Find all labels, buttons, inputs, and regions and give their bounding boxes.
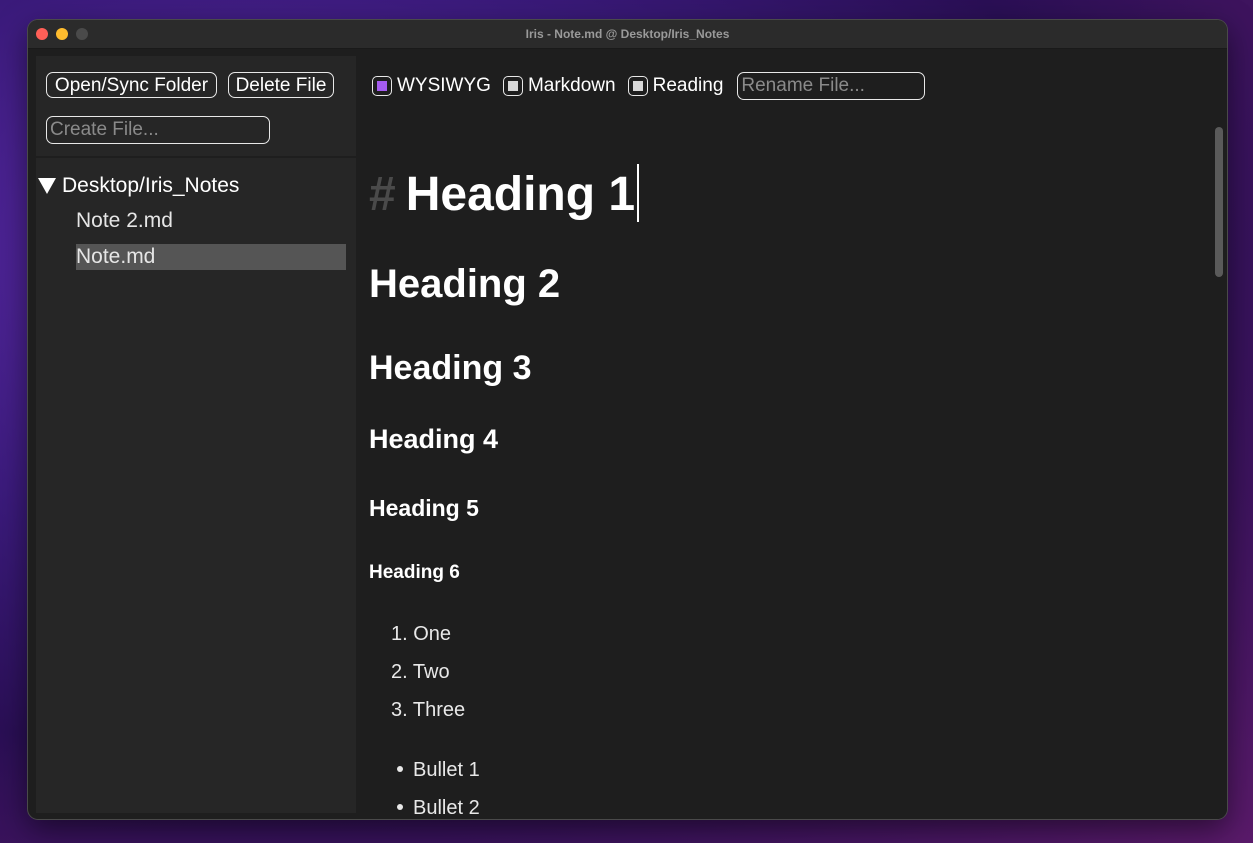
window-title: Iris - Note.md @ Desktop/Iris_Notes (525, 27, 730, 41)
list-item[interactable]: 2. Two (391, 653, 465, 691)
heading-3[interactable]: Heading 3 (369, 349, 531, 388)
list-item-text: One (413, 623, 452, 645)
heading-1[interactable]: # Heading 1 (369, 164, 640, 226)
create-file-input[interactable] (46, 116, 270, 144)
list-item[interactable]: 3. Three (391, 691, 465, 729)
mode-toolbar: WYSIWYG Markdown Reading (372, 71, 926, 101)
folder-node[interactable]: Desktop/Iris_Notes (36, 172, 239, 200)
bullet-list: Bullet 1 Bullet 2 (391, 751, 480, 819)
wysiwyg-checkbox[interactable] (372, 76, 392, 96)
list-marker: 3. (391, 699, 408, 721)
mode-label: Reading (652, 75, 724, 96)
folder-label: Desktop/Iris_Notes (62, 174, 240, 197)
heading-1-text: Heading 1 (405, 168, 636, 221)
file-item-note-selected[interactable]: Note.md (76, 244, 346, 270)
reading-checkbox[interactable] (627, 76, 648, 96)
ordered-list: 1. One 2. Two 3. Three (391, 615, 465, 729)
mode-label: Markdown (527, 75, 616, 96)
heading-marker: # (369, 168, 396, 221)
mode-markdown[interactable]: Markdown (502, 75, 616, 97)
editor-scrollbar[interactable] (1215, 127, 1223, 277)
open-sync-folder-button[interactable]: Open/Sync Folder (46, 72, 217, 98)
editor-area[interactable]: # Heading 1 Heading 2 Heading 3 Heading 4… (369, 139, 1197, 819)
heading-2[interactable]: Heading 2 (369, 262, 560, 307)
list-item[interactable]: Bullet 1 (391, 751, 480, 789)
list-item[interactable]: 1. One (391, 615, 465, 653)
sidebar: Open/Sync Folder Delete File Desktop/Iri… (36, 56, 356, 813)
heading-6[interactable]: Heading 6 (369, 562, 460, 584)
list-item-text: Three (412, 699, 466, 721)
sidebar-actions: Open/Sync Folder Delete File (36, 56, 356, 158)
checkbox-fill (632, 81, 643, 91)
bullet-icon (397, 804, 403, 811)
heading-4[interactable]: Heading 4 (369, 424, 498, 455)
mode-wysiwyg[interactable]: WYSIWYG (372, 75, 491, 97)
file-item-note-2[interactable]: Note 2.md (76, 208, 346, 234)
list-item-text: Bullet 1 (413, 759, 480, 781)
list-marker: 1. (391, 623, 408, 645)
markdown-checkbox[interactable] (502, 76, 523, 96)
main-pane: WYSIWYG Markdown Reading #Heading 1 Head… (356, 49, 1227, 819)
rename-file-input[interactable] (737, 72, 926, 100)
checkbox-fill (507, 81, 518, 91)
delete-file-button[interactable]: Delete File (228, 72, 334, 98)
list-item-text: Two (412, 661, 450, 683)
app-window: Iris - Note.md @ Desktop/Iris_Notes Open… (28, 20, 1227, 819)
bullet-icon (397, 766, 403, 773)
checkbox-fill (377, 81, 387, 91)
triangle-down-icon[interactable] (38, 178, 56, 194)
mode-reading[interactable]: Reading (627, 75, 724, 97)
list-item-text: Bullet 2 (413, 797, 480, 819)
title-bar: Iris - Note.md @ Desktop/Iris_Notes (28, 20, 1227, 49)
heading-5[interactable]: Heading 5 (369, 495, 479, 522)
list-item[interactable]: Bullet 2 (391, 789, 480, 819)
text-caret (637, 164, 640, 223)
mode-label: WYSIWYG (397, 75, 491, 96)
list-marker: 2. (391, 661, 408, 683)
